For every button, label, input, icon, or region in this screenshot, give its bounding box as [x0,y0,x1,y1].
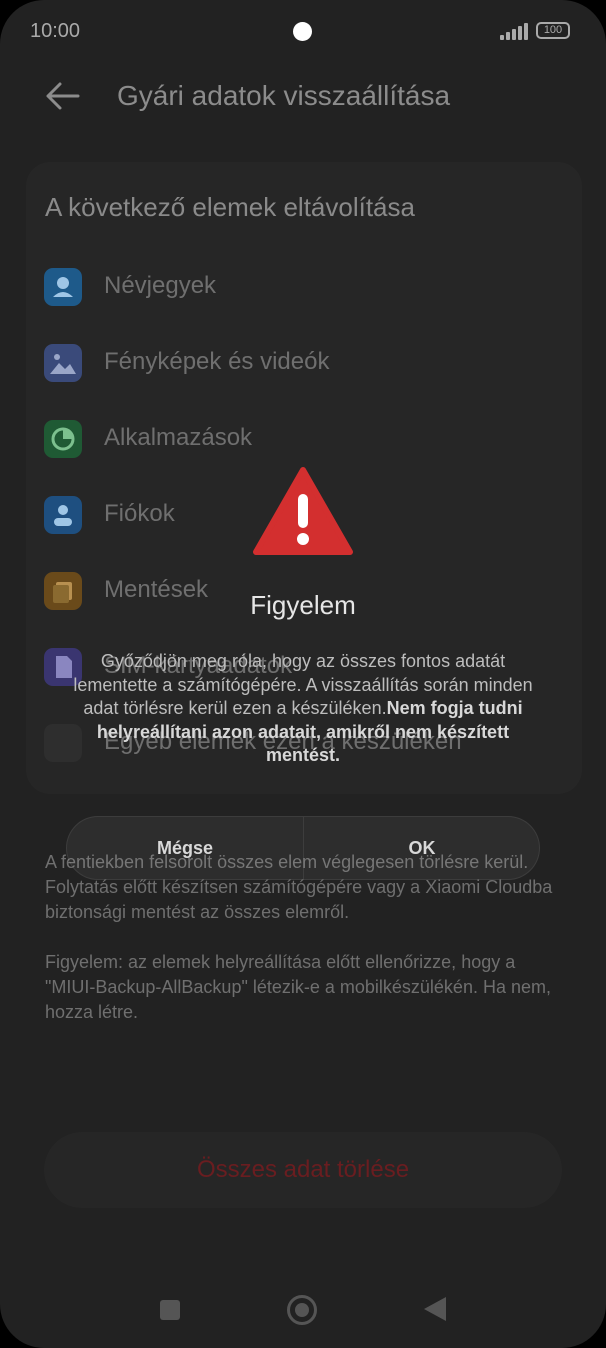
back-arrow-icon[interactable] [44,80,80,112]
warning-icon [253,467,353,555]
recents-nav-icon[interactable] [160,1300,180,1320]
gallery-icon [44,344,82,382]
list-item-label: Fényképek és videók [104,348,330,375]
dialog-title: Figyelem [250,590,356,620]
status-bar: 10:00 100 [0,0,606,60]
list-item-label: Névjegyek [104,272,217,299]
info-paragraph-2: Figyelem: az elemek helyreállítása előtt… [45,952,551,1022]
dialog-button-row: Mégse OK [66,816,540,880]
back-nav-icon[interactable] [424,1297,446,1321]
account-icon [44,496,82,534]
list-item-label: Alkalmazások [104,424,253,451]
battery-icon: 100 [536,22,570,39]
page-title: Gyári adatok visszaállítása [117,80,451,111]
contacts-icon [44,268,82,306]
dialog-message: Győződjön meg róla, hogy az összes fonto… [62,650,544,768]
wipe-all-label: Összes adat törlése [196,1156,410,1183]
cancel-button[interactable]: Mégse [67,817,303,879]
phone-screen: 10:00 100 Gyári adatok visszaállítása A … [0,0,606,1348]
list-item-label: Fiókok [104,500,175,527]
signal-icon [500,22,528,40]
ok-button[interactable]: OK [303,817,540,879]
wipe-all-button[interactable]: Összes adat törlése [44,1132,562,1208]
camera-cutout [293,22,312,41]
apps-icon [44,420,82,458]
status-time: 10:00 [30,20,81,42]
home-nav-icon[interactable] [287,1295,317,1325]
card-title: A következő elemek eltávolítása [45,192,415,222]
